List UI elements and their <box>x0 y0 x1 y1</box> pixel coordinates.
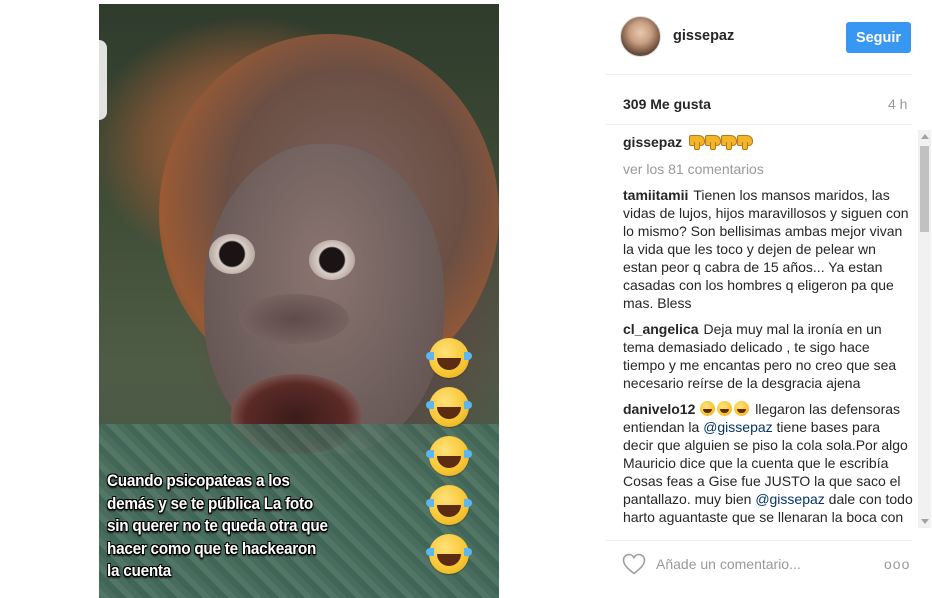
grinning-emoji <box>717 401 733 416</box>
divider <box>606 124 912 125</box>
comment-username[interactable]: tamiitamii <box>623 187 688 203</box>
orangutan-nose <box>239 294 349 344</box>
comment-text: Tienen los mansos maridos, las vidas de … <box>623 187 909 311</box>
post-header: gissepaz Seguir <box>620 16 912 58</box>
orangutan-left-eye <box>209 234 255 274</box>
heart-outline-icon[interactable] <box>622 553 646 575</box>
scroll-up-arrow-icon[interactable] <box>921 134 929 139</box>
divider <box>606 540 912 541</box>
thumbs-down-emoji <box>689 135 706 150</box>
comment: cl_angelica Deja muy mal la ironía en un … <box>623 320 914 392</box>
comment: tamiitamii Tienen los mansos maridos, las… <box>623 186 914 312</box>
tears-of-joy-emoji <box>426 534 472 574</box>
likes-count[interactable]: 309 Me gusta <box>623 96 711 112</box>
scroll-down-arrow-icon[interactable] <box>921 519 929 524</box>
mention-link[interactable]: @gissepaz <box>703 419 772 435</box>
image-meme-caption: Cuando psicopateas a los demás y se te p… <box>107 472 328 580</box>
post-caption: gissepaz <box>623 132 914 151</box>
thumbs-down-emoji <box>721 135 738 150</box>
tears-of-joy-emoji <box>426 485 472 525</box>
tears-of-joy-emoji <box>426 387 472 427</box>
image-edge-highlight <box>99 40 107 120</box>
follow-button[interactable]: Seguir <box>846 22 911 53</box>
comment-username[interactable]: cl_angelica <box>623 321 699 337</box>
comment-username[interactable]: danivelo12 <box>623 401 695 417</box>
grinning-emoji <box>700 401 716 416</box>
thumbs-down-emoji <box>705 135 722 150</box>
divider <box>606 74 912 75</box>
view-all-comments-link[interactable]: ver los 81 comentarios <box>623 160 914 178</box>
avatar[interactable] <box>620 16 661 57</box>
header-username[interactable]: gissepaz <box>673 28 734 44</box>
comment: danivelo12 llegaron las defensoras entie… <box>623 400 914 528</box>
laughing-emoji-column <box>426 338 473 583</box>
comments-list[interactable]: gissepaz ver los 81 comentarios tamiitam… <box>623 132 914 528</box>
caption-username[interactable]: gissepaz <box>623 133 682 151</box>
orangutan-right-eye <box>309 240 355 280</box>
post-time: 4 h <box>888 96 908 112</box>
comments-scrollbar[interactable] <box>918 130 931 528</box>
more-options-icon[interactable]: ooo <box>884 556 910 572</box>
scrollbar-thumb[interactable] <box>920 146 929 232</box>
tears-of-joy-emoji <box>426 436 472 476</box>
tears-of-joy-emoji <box>426 338 472 378</box>
post-image[interactable]: Cuando psicopateas a los demás y se te p… <box>99 4 499 598</box>
grinning-emoji <box>734 401 750 416</box>
mention-link[interactable]: @gissepaz <box>755 491 824 507</box>
thumbs-down-emoji <box>737 135 754 150</box>
add-comment-input[interactable] <box>656 553 866 575</box>
